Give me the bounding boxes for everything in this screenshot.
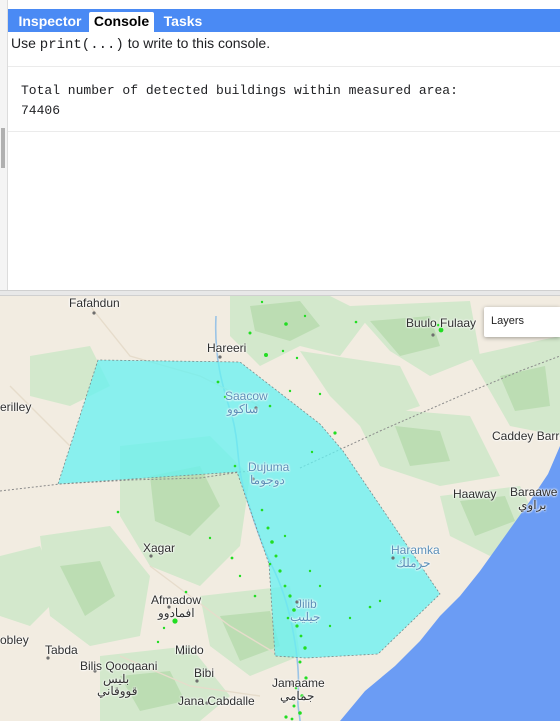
layers-button[interactable]: Layers bbox=[484, 307, 560, 337]
console-output-line: Total number of detected buildings withi… bbox=[21, 83, 458, 98]
place-label-dujuma: Dujuma bbox=[248, 460, 290, 474]
console-divider bbox=[8, 66, 560, 67]
panel-left-strip bbox=[0, 0, 8, 290]
console-hint-suffix: to write to this console. bbox=[123, 35, 271, 51]
place-label-saacow-ar: ساكوو bbox=[227, 402, 259, 416]
place-label-tabda: Tabda bbox=[45, 643, 78, 657]
place-label-jilib: Jilib bbox=[296, 597, 317, 611]
place-label-haramka: Haramka bbox=[391, 543, 440, 557]
console-hint-code: print(...) bbox=[39, 37, 124, 53]
map-canvas bbox=[0, 296, 560, 721]
place-label-bibi: Bibi bbox=[194, 666, 215, 680]
place-label-jilib-ar: جيليب bbox=[290, 610, 321, 624]
place-label-afmadow-ar: افمادوو bbox=[158, 606, 195, 620]
place-label-jana-cabdalle: Jana Cabdalle bbox=[178, 694, 255, 708]
place-label-buulo-fulaay: Buulo Fulaay bbox=[406, 316, 477, 330]
tab-inspector[interactable]: Inspector bbox=[11, 12, 89, 32]
place-label-bilis-ar-2: قووقاني bbox=[97, 684, 138, 698]
tab-console[interactable]: Console bbox=[89, 12, 154, 32]
place-label-baraawe-ar: براوي bbox=[518, 498, 547, 512]
panel-tab-bar: Inspector Console Tasks bbox=[8, 9, 560, 32]
tab-tasks[interactable]: Tasks bbox=[154, 12, 212, 32]
map-view[interactable]: Fafahdun Hareeri Buulo Fulaay Saacow ساك… bbox=[0, 296, 560, 721]
place-label-haaway: Haaway bbox=[453, 487, 497, 501]
place-label-saacow: Saacow bbox=[225, 389, 268, 403]
layers-button-label: Layers bbox=[491, 315, 525, 327]
console-divider bbox=[8, 131, 560, 132]
place-label-fafahdun: Fafahdun bbox=[69, 296, 120, 310]
console-hint: Use print(...) to write to this console. bbox=[11, 35, 270, 53]
place-label-jamaame: Jamaame bbox=[272, 676, 325, 690]
place-label-baraawe: Baraawe bbox=[510, 485, 558, 499]
place-label-caddey-barre: Caddey Barre bbox=[492, 429, 560, 443]
place-label-dujuma-ar: دوجوما bbox=[250, 473, 285, 487]
place-label-obley: obley bbox=[0, 633, 29, 647]
console-output-value: 74406 bbox=[21, 103, 61, 118]
console-hint-prefix: Use bbox=[11, 35, 40, 51]
console-output: Total number of detected buildings withi… bbox=[21, 81, 458, 121]
place-label-erilley: erilley bbox=[0, 400, 32, 414]
resize-grip[interactable] bbox=[1, 128, 5, 168]
place-label-jamaame-ar: جمامي bbox=[280, 689, 315, 703]
place-label-haramka-ar: حرملك bbox=[396, 556, 431, 570]
place-label-hareeri: Hareeri bbox=[207, 341, 247, 355]
place-label-bilis-qooqaani: Bilis Qooqaani bbox=[80, 659, 158, 673]
place-label-miido: Miido bbox=[175, 643, 204, 657]
place-label-afmadow: Afmadow bbox=[151, 593, 202, 607]
place-label-xagar: Xagar bbox=[143, 541, 176, 555]
